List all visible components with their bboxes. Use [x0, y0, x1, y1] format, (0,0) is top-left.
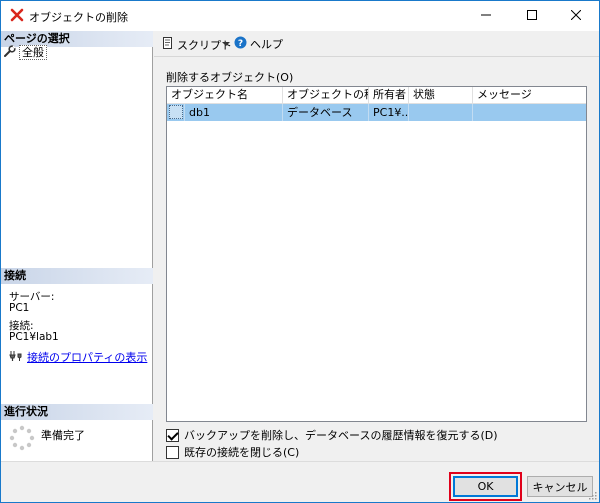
column-header-status[interactable]: 状態: [409, 87, 473, 104]
database-object-icon: [169, 105, 183, 119]
cell-status: [409, 104, 473, 121]
cell-type: データベース: [283, 104, 369, 121]
sidebar-item-general[interactable]: 全般: [4, 44, 149, 60]
toolbar: スクリプト ? ヘルプ: [154, 31, 599, 57]
progress-status: 準備完了: [41, 429, 85, 442]
close-connections-label: 既存の接続を閉じる(C): [184, 446, 300, 459]
maximize-icon: [527, 9, 537, 23]
objects-grid[interactable]: オブジェクト名 オブジェクトの種類 所有者 状態 メッセージ db1 データベー…: [166, 86, 587, 422]
svg-text:?: ?: [238, 39, 243, 49]
connection-plug-icon: [9, 350, 23, 365]
script-icon: [162, 36, 174, 53]
view-connection-properties[interactable]: 接続のプロパティの表示: [9, 349, 147, 365]
close-button[interactable]: [553, 1, 599, 31]
minimize-button[interactable]: [463, 1, 509, 31]
help-label: ヘルプ: [250, 38, 283, 51]
progress-header: 進行状況: [1, 404, 153, 420]
cell-name: db1: [185, 104, 283, 121]
right-pane: スクリプト ? ヘルプ 削除するオブジェクト(O) オブジェクト名 オブジェクト…: [154, 31, 599, 461]
objects-to-delete-label: 削除するオブジェクト(O): [166, 71, 294, 84]
backup-history-option[interactable]: バックアップを削除し、データベースの履歴情報を復元する(D): [166, 427, 498, 443]
connection-value: PC1¥lab1: [9, 331, 59, 343]
script-dropdown-icon[interactable]: [222, 42, 230, 46]
progress-spinner-icon: [9, 425, 35, 454]
server-value: PC1: [9, 302, 30, 314]
grid-header: オブジェクト名 オブジェクトの種類 所有者 状態 メッセージ: [167, 87, 586, 104]
cancel-button[interactable]: キャンセル: [527, 476, 593, 497]
left-pane: ページの選択 全般 接続 サーバー: PC1 接続: PC1¥lab1 接続のプ…: [1, 31, 153, 461]
delete-object-dialog: オブジェクトの削除 ページの選択 全般 接続 サーバー: PC1 接続: PC1…: [0, 0, 600, 503]
sidebar-item-label: 全般: [19, 44, 47, 60]
cell-owner: PC1¥...: [369, 104, 409, 121]
title-bar: オブジェクトの削除: [1, 1, 599, 31]
window-title: オブジェクトの削除: [29, 11, 128, 24]
wrench-icon: [4, 44, 16, 60]
delete-x-icon: [9, 7, 25, 23]
column-header-message[interactable]: メッセージ: [473, 87, 586, 104]
column-header-type[interactable]: オブジェクトの種類: [283, 87, 369, 104]
help-button[interactable]: ? ヘルプ: [234, 36, 283, 52]
connection-properties-link[interactable]: 接続のプロパティの表示: [27, 349, 147, 365]
maximize-button[interactable]: [509, 1, 555, 31]
backup-history-label: バックアップを削除し、データベースの履歴情報を復元する(D): [184, 429, 498, 442]
resize-grip-icon[interactable]: [587, 490, 597, 500]
backup-history-checkbox[interactable]: [166, 428, 179, 442]
column-header-owner[interactable]: 所有者: [369, 87, 409, 104]
close-connections-option[interactable]: 既存の接続を閉じる(C): [166, 444, 299, 460]
table-row[interactable]: db1 データベース PC1¥...: [167, 104, 586, 121]
button-bar: OK キャンセル: [1, 461, 599, 502]
column-header-name[interactable]: オブジェクト名: [167, 87, 283, 104]
help-icon: ?: [234, 36, 247, 52]
close-connections-checkbox[interactable]: [166, 445, 179, 459]
minimize-icon: [481, 10, 491, 23]
cell-message: [473, 104, 586, 121]
ok-button[interactable]: OK: [453, 476, 518, 497]
close-icon: [570, 9, 582, 23]
progress-area: 準備完了: [9, 425, 85, 454]
connection-header: 接続: [1, 268, 153, 284]
row-select-cell[interactable]: [167, 104, 185, 121]
